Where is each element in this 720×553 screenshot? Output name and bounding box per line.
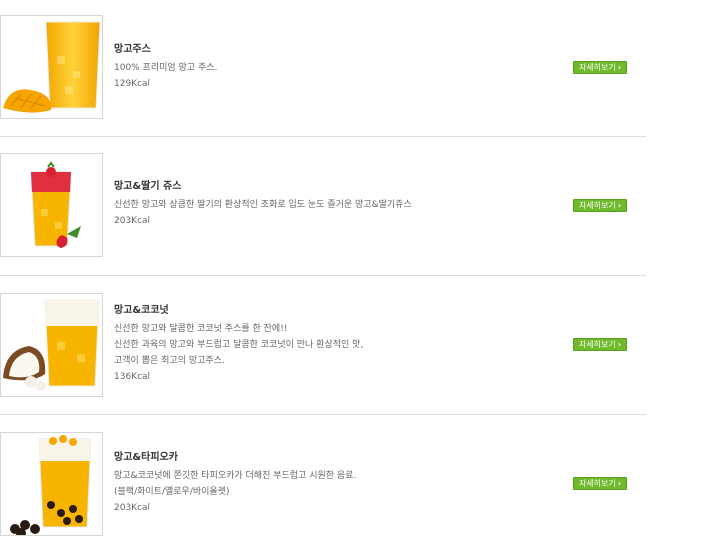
detail-button-label: 자세히보기 bbox=[578, 201, 616, 210]
list-item: 망고&코코넛 신선한 망고와 달콤한 코코넛 주스를 한 잔에!! 신선한 과육… bbox=[0, 276, 646, 415]
detail-button[interactable]: 자세히보기 › bbox=[573, 477, 627, 490]
product-kcal: 203Kcal bbox=[114, 216, 151, 226]
product-name: 망고주스 bbox=[114, 44, 151, 55]
product-info: 망고&타피오카 망고&코코넛에 쫀깃한 타피오카가 더해진 부드럽고 시원한 음… bbox=[114, 451, 356, 516]
list-item: 망고주스 100% 프리미엄 망고 주스. 129Kcal 자세히보기 › bbox=[0, 0, 646, 137]
product-desc: 고객이 뽑은 최고의 망고주스. bbox=[114, 356, 225, 366]
product-kcal: 136Kcal bbox=[114, 372, 151, 382]
chevron-right-icon: › bbox=[617, 201, 622, 210]
detail-button[interactable]: 자세히보기 › bbox=[573, 338, 627, 351]
mango-strawberry-juice-image[interactable] bbox=[0, 153, 103, 257]
product-info: 망고&딸기 쥬스 신선한 망고와 상큼한 딸기의 환상적인 조화로 입도 눈도 … bbox=[114, 180, 412, 229]
mango-juice-image[interactable] bbox=[0, 15, 103, 119]
product-desc: 신선한 망고와 상큼한 딸기의 환상적인 조화로 입도 눈도 즐거운 망고&딸기… bbox=[114, 200, 412, 210]
detail-button[interactable]: 자세히보기 › bbox=[573, 61, 627, 74]
list-item: 망고&타피오카 망고&코코넛에 쫀깃한 타피오카가 더해진 부드럽고 시원한 음… bbox=[0, 415, 646, 553]
detail-button-label: 자세히보기 bbox=[578, 479, 616, 488]
product-info: 망고&코코넛 신선한 망고와 달콤한 코코넛 주스를 한 잔에!! 신선한 과육… bbox=[114, 304, 363, 385]
mango-coconut-juice-image[interactable] bbox=[0, 293, 103, 397]
mango-tapioca-juice-image[interactable] bbox=[0, 432, 103, 536]
chevron-right-icon: › bbox=[617, 479, 622, 488]
chevron-right-icon: › bbox=[617, 63, 622, 72]
product-desc: 망고&코코넛에 쫀깃한 타피오카가 더해진 부드럽고 시원한 음료. bbox=[114, 471, 357, 481]
product-name: 망고&딸기 쥬스 bbox=[114, 181, 182, 192]
product-desc: 신선한 과육의 망고와 부드럽고 달콤한 코코넛이 만나 환상적인 맛, bbox=[114, 340, 364, 350]
chevron-right-icon: › bbox=[617, 340, 622, 349]
product-name: 망고&코코넛 bbox=[114, 305, 169, 316]
product-info: 망고주스 100% 프리미엄 망고 주스. 129Kcal bbox=[114, 43, 217, 92]
product-desc: (블랙/화이트/옐로우/바이올렛) bbox=[114, 487, 230, 497]
product-desc: 100% 프리미엄 망고 주스. bbox=[114, 63, 218, 73]
list-item: 망고&딸기 쥬스 신선한 망고와 상큼한 딸기의 환상적인 조화로 입도 눈도 … bbox=[0, 137, 646, 276]
product-kcal: 203Kcal bbox=[114, 503, 151, 513]
detail-button-label: 자세히보기 bbox=[578, 340, 616, 349]
product-desc: 신선한 망고와 달콤한 코코넛 주스를 한 잔에!! bbox=[114, 324, 288, 334]
detail-button[interactable]: 자세히보기 › bbox=[573, 199, 627, 212]
product-kcal: 129Kcal bbox=[114, 79, 151, 89]
detail-button-label: 자세히보기 bbox=[578, 63, 616, 72]
product-name: 망고&타피오카 bbox=[114, 452, 178, 463]
